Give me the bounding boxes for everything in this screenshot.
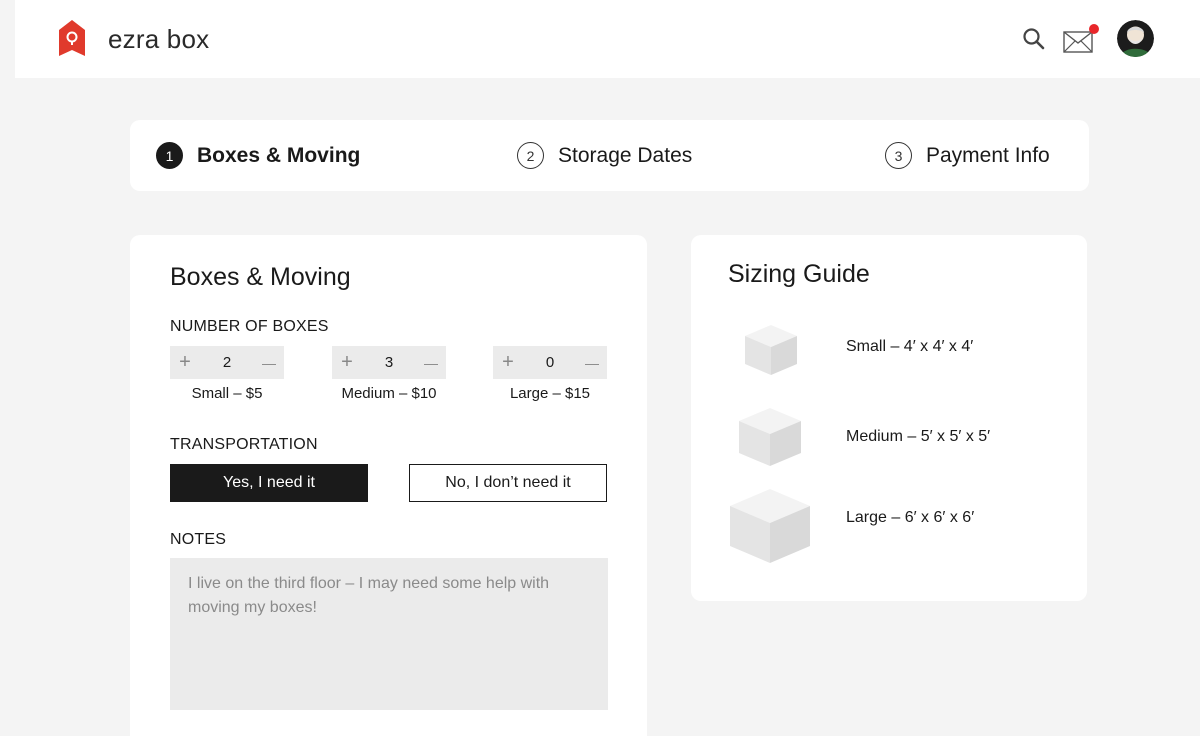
medium-box-stepper: + 3 — [332,346,446,379]
mail-icon[interactable] [1063,24,1101,54]
boxes-moving-card: Boxes & Moving NUMBER OF BOXES + 2 — Sma… [130,235,647,736]
notification-dot [1089,24,1099,34]
minus-button[interactable]: — [577,346,607,379]
large-size-label: Large – 6′ x 6′ x 6′ [846,509,975,526]
plus-button[interactable]: + [493,346,523,379]
transportation-label: TRANSPORTATION [170,436,318,453]
top-header: ezra box [15,0,1200,78]
card-title: Boxes & Moving [170,263,351,291]
small-box-label: Small – $5 [191,385,263,402]
quantity-value: 2 [222,354,232,371]
house-logo-icon[interactable] [59,20,85,56]
minus-button[interactable]: — [416,346,446,379]
quantity-value: 0 [545,354,555,371]
quantity-value: 3 [384,354,394,371]
search-icon[interactable] [1021,26,1047,52]
medium-box-image [739,408,801,466]
number-of-boxes-label: NUMBER OF BOXES [170,318,329,335]
small-box-stepper: + 2 — [170,346,284,379]
step-label: Boxes & Moving [197,143,361,167]
medium-size-label: Medium – 5′ x 5′ x 5′ [846,428,991,445]
plus-button[interactable]: + [332,346,362,379]
medium-box-label: Medium – $10 [341,385,437,402]
large-box-label: Large – $15 [509,385,591,402]
step-payment-info[interactable]: 3 Payment Info [885,120,1050,191]
step-number: 3 [885,142,912,169]
minus-button[interactable]: — [254,346,284,379]
small-box-image [745,325,797,375]
step-label: Payment Info [926,143,1050,167]
checkout-stepper: 1 Boxes & Moving 2 Storage Dates 3 Payme… [130,120,1089,191]
sizing-guide-card: Sizing Guide Small – 4′ x 4′ x 4′ Medium… [691,235,1087,601]
no-transport-button[interactable]: No, I don’t need it [409,464,607,502]
step-storage-dates[interactable]: 2 Storage Dates [517,120,692,191]
card-title: Sizing Guide [728,260,870,288]
step-number: 1 [156,142,183,169]
large-box-stepper: + 0 — [493,346,607,379]
step-label: Storage Dates [558,143,693,167]
need-transport-button[interactable]: Yes, I need it [170,464,368,502]
notes-textarea[interactable]: I live on the third floor – I may need s… [170,558,608,710]
notes-label: NOTES [170,531,227,548]
user-avatar[interactable] [1117,20,1154,57]
brand-name[interactable]: ezra box [108,24,209,55]
plus-button[interactable]: + [170,346,200,379]
step-number: 2 [517,142,544,169]
large-box-image [730,489,810,563]
step-boxes-moving[interactable]: 1 Boxes & Moving [156,120,360,191]
small-size-label: Small – 4′ x 4′ x 4′ [846,338,974,355]
